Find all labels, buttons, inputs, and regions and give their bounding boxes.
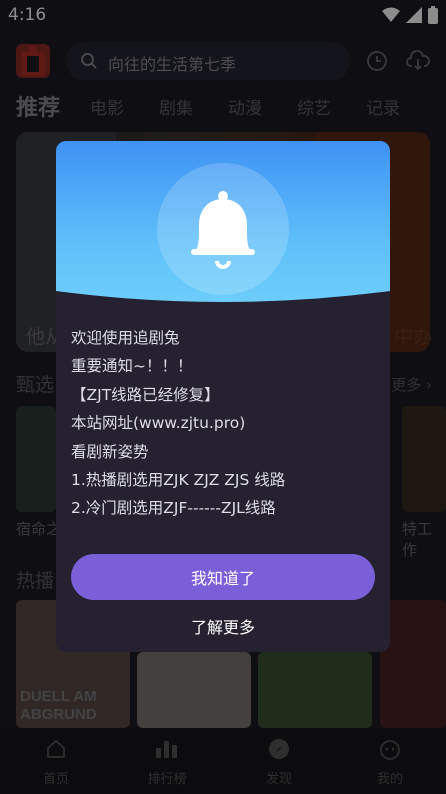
learn-more-button[interactable]: 了解更多 [71, 612, 375, 640]
dialog-header-curve [56, 291, 390, 313]
dialog-line-3: 【ZJT线路已经修复】 [71, 385, 220, 404]
dialog-line-2: 重要通知~！！！ [71, 357, 193, 376]
notice-dialog: 欢迎使用追剧兔 重要通知~！！！ 【ZJT线路已经修复】 本站网址(www.zj… [56, 141, 390, 652]
dialog-line-5: 看剧新姿势 [71, 442, 149, 461]
confirm-button[interactable]: 我知道了 [71, 554, 375, 600]
dialog-message: 欢迎使用追剧兔 重要通知~！！！ 【ZJT线路已经修复】 本站网址(www.zj… [71, 324, 381, 523]
dialog-line-7: 2.冷门剧选用ZJF------ZJL线路 [71, 499, 276, 518]
dialog-line-1: 欢迎使用追剧兔 [71, 329, 180, 347]
dialog-line-4: 本站网址(www.zjtu.pro) [71, 414, 246, 433]
dialog-header [56, 141, 390, 313]
dialog-line-6: 1.热播剧选用ZJK ZJZ ZJS 线路 [71, 471, 286, 490]
